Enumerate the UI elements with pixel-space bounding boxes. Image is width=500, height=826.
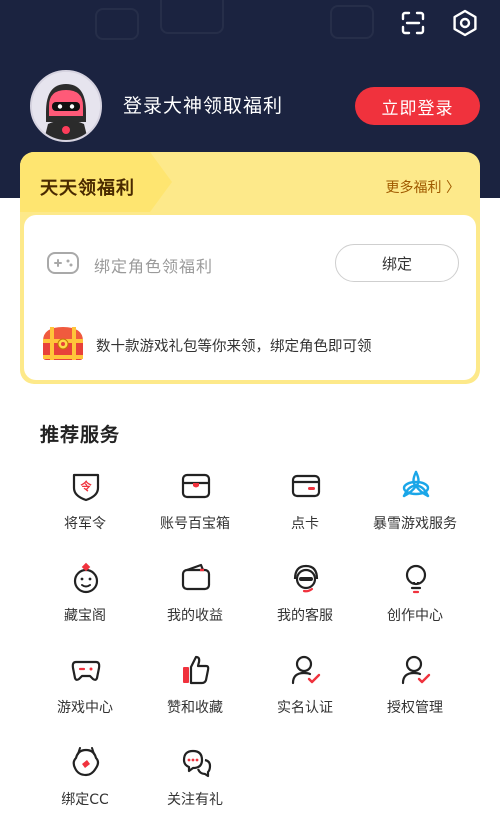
authorization-icon (400, 654, 432, 686)
service-item-likes-favorites[interactable]: 赞和收藏 (140, 654, 250, 734)
service-item-account-box[interactable]: 账号百宝箱 (140, 470, 250, 550)
welfare-header: 天天领福利 更多福利 〉 (20, 152, 480, 212)
lightbulb-icon (400, 562, 432, 594)
service-label: 实名认证 (277, 700, 333, 716)
settings-icon[interactable] (450, 8, 480, 38)
service-item-authorization[interactable]: 授权管理 (360, 654, 470, 734)
svg-text:令: 令 (80, 479, 93, 493)
realname-icon (290, 654, 322, 686)
blizzard-icon (400, 470, 432, 502)
gamepad-icon (46, 250, 80, 276)
service-item-general-token[interactable]: 令 将军令 (30, 470, 140, 550)
section-title: 推荐服务 (40, 424, 121, 446)
gift-description: 数十款游戏礼包等你来领，绑定角色即可领 (96, 339, 372, 355)
service-label: 关注有礼 (167, 792, 223, 808)
treasure-chest-icon (40, 323, 86, 363)
service-item-treasure-pavilion[interactable]: 藏宝阁 (30, 562, 140, 642)
service-label: 绑定CC (61, 792, 109, 808)
bind-button[interactable]: 绑定 (335, 244, 459, 282)
treasure-box-icon (180, 470, 212, 502)
service-label: 将军令 (64, 516, 106, 532)
service-label: 游戏中心 (57, 700, 113, 716)
bind-role-text: 绑定角色领福利 (94, 257, 214, 276)
service-item-point-card[interactable]: 点卡 (250, 470, 360, 550)
service-item-blizzard[interactable]: 暴雪游戏服务 (360, 470, 470, 550)
login-button[interactable]: 立即登录 (355, 87, 480, 125)
service-item-bind-cc[interactable]: 绑定CC (30, 746, 140, 826)
background-decoration (330, 5, 374, 39)
login-prompt[interactable]: 登录大神领取福利 (123, 91, 283, 118)
cc-icon (70, 746, 102, 778)
service-item-customer-service[interactable]: 我的客服 (250, 562, 360, 642)
service-label: 我的客服 (277, 608, 333, 624)
shield-token-icon: 令 (70, 470, 102, 502)
treasure-pavilion-icon (70, 562, 102, 594)
follow-gift-icon (180, 746, 212, 778)
thumbs-up-icon (180, 654, 212, 686)
service-label: 赞和收藏 (167, 700, 223, 716)
service-label: 点卡 (291, 516, 319, 532)
service-item-real-name[interactable]: 实名认证 (250, 654, 360, 734)
service-label: 藏宝阁 (64, 608, 106, 624)
service-item-creation-center[interactable]: 创作中心 (360, 562, 470, 642)
welfare-title: 天天领福利 (40, 178, 135, 199)
service-item-follow-gift[interactable]: 关注有礼 (140, 746, 250, 826)
customer-service-icon (290, 562, 322, 594)
service-item-my-earnings[interactable]: 我的收益 (140, 562, 250, 642)
service-label: 授权管理 (387, 700, 443, 716)
background-decoration (160, 0, 224, 34)
welfare-card: 天天领福利 更多福利 〉 绑定角色领福利 绑定 数十款游戏礼包等你来领，绑定角色… (20, 152, 480, 384)
gamepad-icon (70, 654, 102, 686)
service-label: 创作中心 (387, 608, 443, 624)
welfare-body: 绑定角色领福利 绑定 数十款游戏礼包等你来领，绑定角色即可领 (24, 215, 476, 380)
service-label: 我的收益 (167, 608, 223, 624)
service-item-game-center[interactable]: 游戏中心 (30, 654, 140, 734)
more-welfare-link[interactable]: 更多福利 〉 (386, 177, 460, 197)
scan-icon[interactable] (398, 8, 428, 38)
service-label: 账号百宝箱 (160, 516, 230, 532)
service-label: 暴雪游戏服务 (373, 516, 457, 532)
card-icon (290, 470, 322, 502)
background-decoration (95, 8, 139, 40)
wallet-icon (180, 562, 212, 594)
avatar[interactable] (30, 70, 102, 142)
